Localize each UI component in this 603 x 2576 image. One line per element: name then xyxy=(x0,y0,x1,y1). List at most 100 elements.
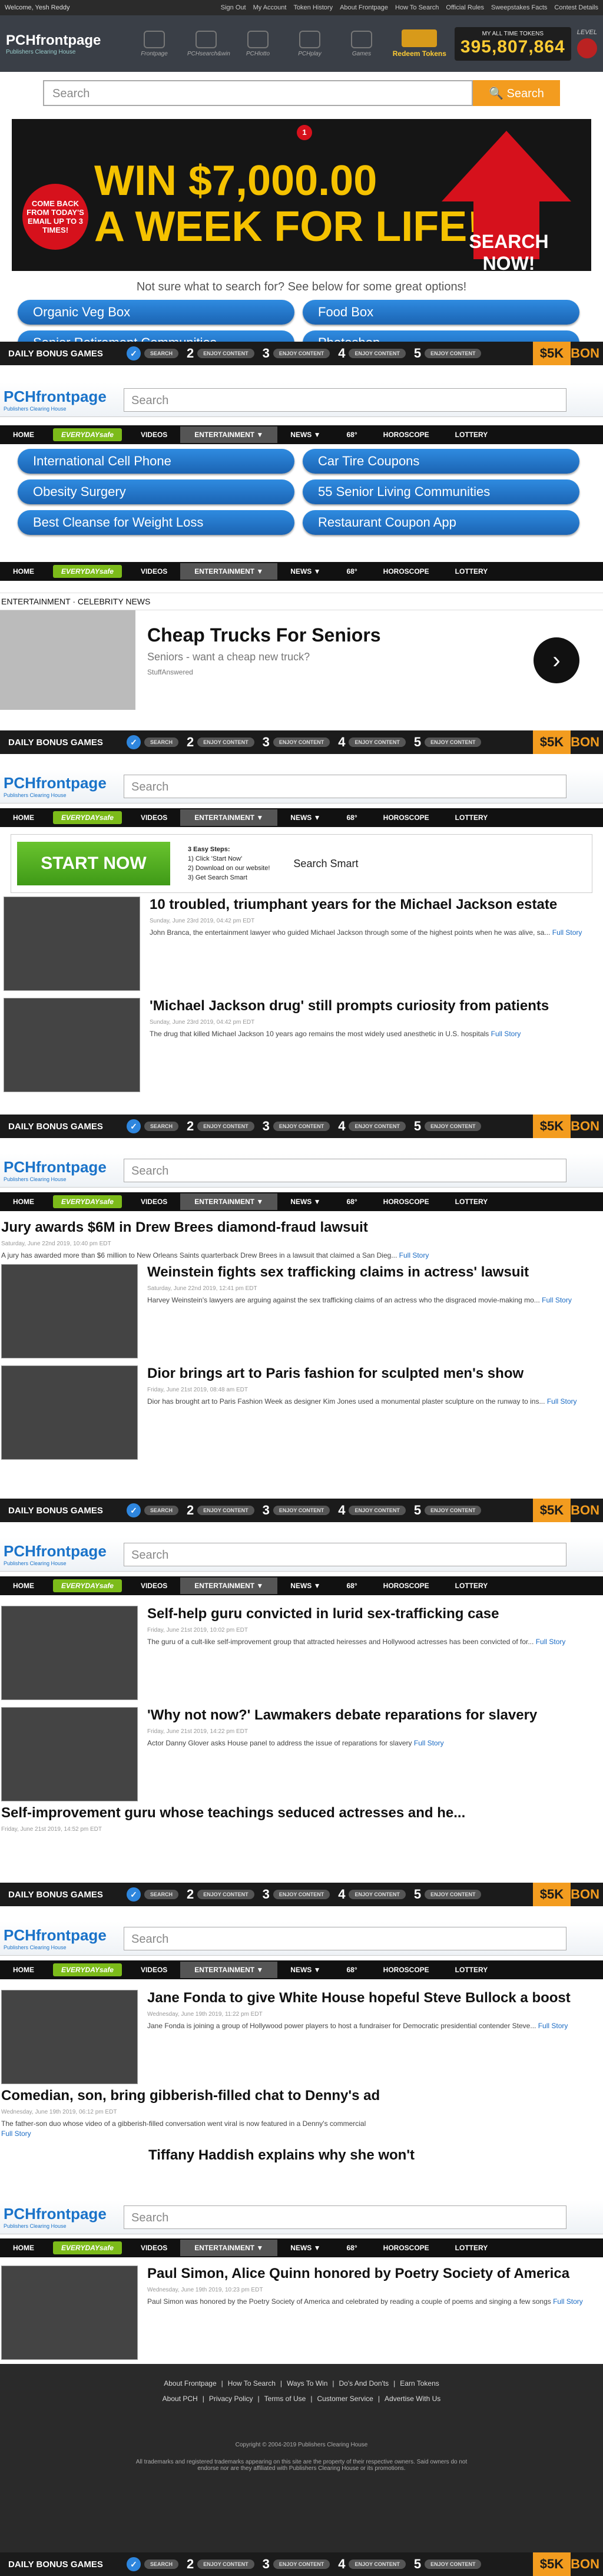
search-button[interactable]: 🔍 Search xyxy=(473,80,560,106)
nav-games[interactable]: Games xyxy=(343,30,380,57)
arrow-right-icon[interactable]: › xyxy=(534,637,579,683)
article-thumbnail xyxy=(4,998,140,1092)
welcome-text: Welcome, Yesh Reddy xyxy=(5,4,70,11)
lotto-icon xyxy=(247,30,269,48)
games-icon xyxy=(351,30,372,48)
suggestion-list: International Cell Phone Car Tire Coupon… xyxy=(0,449,603,535)
site-header: PCHfrontpage Publishers Clearing House F… xyxy=(0,15,603,72)
sticky-header: PCHfrontpage Publishers Clearing House Se… xyxy=(0,769,603,803)
play-icon xyxy=(299,30,320,48)
article-item[interactable]: Dior brings art to Paris fashion for scu… xyxy=(1,1362,602,1463)
rewards-icon xyxy=(402,29,438,47)
copyright: Copyright © 2004-2019 Publishers Clearin… xyxy=(135,2442,468,2472)
about-frontpage-link[interactable]: About Frontpage xyxy=(340,4,388,11)
check-icon: ✓ xyxy=(127,346,141,361)
frontpage-icon xyxy=(144,30,165,48)
article-item[interactable]: 'Michael Jackson drug' still prompts cur… xyxy=(4,994,599,1096)
suggestion-item[interactable]: International Cell Phone xyxy=(18,449,294,474)
nav-frontpage[interactable]: Frontpage xyxy=(135,30,173,57)
promo-cta: SEARCH NOW! xyxy=(469,231,549,271)
search-input[interactable]: Search xyxy=(43,80,473,106)
promo-headline: WIN $7,000.00 A WEEK FOR LIFE! xyxy=(94,157,482,250)
article-item[interactable]: Paul Simon, Alice Quinn honored by Poetr… xyxy=(1,2262,602,2363)
main-navbar: HOME EVERYDAYsafe VIDEOS ENTERTAINMENT ▼ NEW… xyxy=(0,808,603,827)
article-item[interactable]: 'Why not now?' Lawmakers debate reparati… xyxy=(1,1704,602,1805)
category-label: ENTERTAINMENT · CELEBRITY NEWS xyxy=(0,593,603,610)
sign-out-link[interactable]: Sign Out xyxy=(221,4,246,11)
up-arrow-icon xyxy=(442,131,571,201)
suggestion-item[interactable]: Restaurant Coupon App xyxy=(303,510,579,535)
pch-logo[interactable]: PCHfrontpage Publishers Clearing House xyxy=(0,388,124,412)
nav-search-win[interactable]: PCHsearch&win xyxy=(187,30,230,57)
daily-bonus-bar: DAILY BONUS GAMES ✓ SEARCH 2 ENJOY CONTENT… xyxy=(0,1883,603,1906)
main-navbar: HOME EVERYDAYsafe VIDEOS ENTERTAINMENT ▼ NEW… xyxy=(0,1960,603,1979)
daily-bonus-bar: DAILY BONUS GAMES ✓ SEARCH 2 ENJOY CONTENT… xyxy=(0,1499,603,1522)
bonus-prize[interactable]: $5K xyxy=(532,342,571,365)
promo-step-badge: 1 xyxy=(297,125,312,140)
sticky-header: PCHfrontpage Publishers Clearing House Se… xyxy=(0,2200,603,2234)
article-thumbnail xyxy=(1,1606,138,1700)
article-thumbnail xyxy=(1,1365,138,1460)
suggestion-item[interactable]: Food Box xyxy=(303,300,579,325)
main-navbar: HOME EVERYDAYsafe VIDEOS ENTERTAINMENT ▼ NEW… xyxy=(0,425,603,444)
level-badge[interactable]: LEVEL xyxy=(577,29,597,58)
article-thumbnail xyxy=(1,1264,138,1358)
sweepstakes-facts-link[interactable]: Sweepstakes Facts xyxy=(491,4,547,11)
article-thumbnail xyxy=(4,897,140,991)
start-now-ad[interactable]: START NOW 3 Easy Steps: 1) Click 'Start N… xyxy=(11,834,592,893)
check-icon: ✓ xyxy=(127,735,141,749)
promo-banner[interactable]: 1 COME BACK FROM TODAY'S EMAIL UP TO 3 T… xyxy=(12,119,591,271)
check-icon: ✓ xyxy=(127,2557,141,2571)
official-rules-link[interactable]: Official Rules xyxy=(446,4,484,11)
suggestion-item[interactable]: Car Tire Coupons xyxy=(303,449,579,474)
footer: About Frontpage | How To Search | Ways To Wi… xyxy=(0,2364,603,2554)
promo-come-back-badge: COME BACK FROM TODAY'S EMAIL UP TO 3 TIM… xyxy=(22,184,88,250)
article-thumbnail xyxy=(1,1707,138,1801)
search-hint: Not sure what to search for? See below f… xyxy=(136,280,467,293)
check-icon: ✓ xyxy=(127,1119,141,1133)
page: Welcome, Yesh Reddy Sign Out My Account … xyxy=(0,0,603,2576)
sticky-header: PCHfrontpage Publishers Clearing House Se… xyxy=(0,1153,603,1188)
truck-ad[interactable]: Cheap Trucks For Seniors Seniors - want a… xyxy=(0,610,603,710)
search-row: Search 🔍 Search xyxy=(0,72,603,114)
check-icon: ✓ xyxy=(127,1887,141,1902)
article-item[interactable]: 10 troubled, triumphant years for the Mi… xyxy=(4,893,599,994)
daily-bonus-bar: DAILY BONUS GAMES ✓ SEARCH 2 ENJOY CONTENT… xyxy=(0,2552,603,2576)
token-counter: MY ALL TIME TOKENS 395,807,864 xyxy=(454,27,571,61)
article-item[interactable]: Weinstein fights sex trafficking claims … xyxy=(1,1261,602,1362)
start-now-button[interactable]: START NOW xyxy=(17,842,170,885)
sticky-header: PCHfrontpage Publishers Clearing House Se… xyxy=(0,1537,603,1572)
main-navbar: HOME EVERYDAYsafe VIDEOS ENTERTAINMENT ▼ NEW… xyxy=(0,1192,603,1211)
article-item[interactable]: Jane Fonda to give White House hopeful S… xyxy=(1,1986,602,2088)
daily-bonus-bar: DAILY BONUS GAMES ✓ SEARCH 2 ENJOY CONTENT… xyxy=(0,730,603,754)
nav-play[interactable]: PCHplay xyxy=(291,30,329,57)
suggestion-item[interactable]: Obesity Surgery xyxy=(18,480,294,504)
contest-details-link[interactable]: Contest Details xyxy=(554,4,598,11)
nav-lotto[interactable]: PCHlotto xyxy=(239,30,277,57)
suggestion-item[interactable]: 55 Senior Living Communities xyxy=(303,480,579,504)
check-icon: ✓ xyxy=(127,1503,141,1517)
level-icon xyxy=(577,38,597,58)
token-history-link[interactable]: Token History xyxy=(293,4,333,11)
article-thumbnail xyxy=(1,2266,138,2360)
suggestion-item[interactable]: Organic Veg Box xyxy=(18,300,294,325)
daily-bonus-bar: DAILY BONUS GAMES ✓ SEARCH 2 ENJOY CONTENT… xyxy=(0,1115,603,1138)
search-win-icon xyxy=(196,30,217,48)
how-to-search-link[interactable]: How To Search xyxy=(395,4,439,11)
sticky-header: PCHfrontpage Publishers Clearing House Se… xyxy=(0,383,603,417)
article-item[interactable]: Self-help guru convicted in lurid sex-tr… xyxy=(1,1602,602,1704)
main-navbar: HOME EVERYDAYsafe VIDEOS ENTERTAINMENT ▼ NEW… xyxy=(0,562,603,581)
account-bar: Welcome, Yesh Reddy Sign Out My Account … xyxy=(0,0,603,15)
token-count: 395,807,864 xyxy=(460,37,565,57)
sticky-header: PCHfrontpage Publishers Clearing House Se… xyxy=(0,1922,603,1956)
main-navbar: HOME EVERYDAYsafe VIDEOS ENTERTAINMENT ▼ NEW… xyxy=(0,2238,603,2257)
search-input[interactable]: Search xyxy=(124,388,566,412)
daily-bonus-bar: DAILY BONUS GAMES ✓ SEARCH 2 ENJOY CONTENT… xyxy=(0,342,603,365)
suggestion-item[interactable]: Best Cleanse for Weight Loss xyxy=(18,510,294,535)
redeem-tokens-button[interactable]: Redeem Tokens xyxy=(393,29,446,58)
article-thumbnail xyxy=(1,1990,138,2084)
top-nav: Frontpage PCHsearch&win PCHlotto PCHplay… xyxy=(135,30,393,57)
pch-logo[interactable]: PCHfrontpage Publishers Clearing House xyxy=(6,32,124,55)
truck-image xyxy=(0,610,135,710)
my-account-link[interactable]: My Account xyxy=(253,4,287,11)
